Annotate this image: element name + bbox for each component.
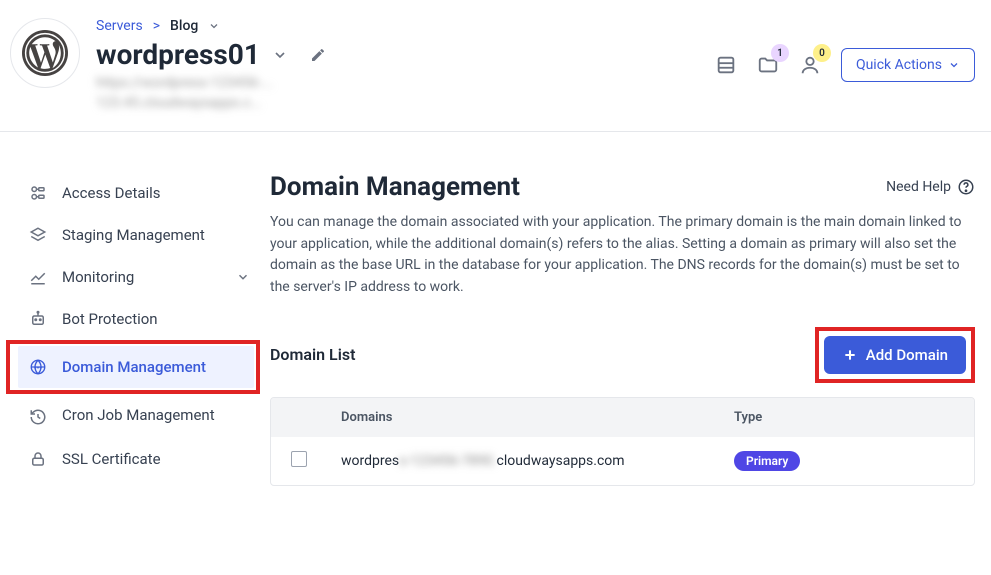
key-icon <box>28 184 48 202</box>
page-description: You can manage the domain associated wit… <box>270 212 975 299</box>
sidebar-item-label: Monitoring <box>62 268 222 286</box>
highlight-add-domain: Add Domain <box>815 327 975 383</box>
domain-list-title: Domain List <box>270 345 355 364</box>
folder-badge: 1 <box>771 44 789 62</box>
wordpress-logo <box>10 18 80 88</box>
sidebar-item-label: SSL Certificate <box>62 450 250 468</box>
sidebar-item-monitoring[interactable]: Monitoring <box>18 256 260 298</box>
www-globe-icon: www <box>28 358 48 376</box>
col-type: Type <box>734 410 954 425</box>
domain-table: Domains Type wordpress-123456-7890.cloud… <box>270 397 975 486</box>
plus-icon <box>842 347 858 363</box>
chevron-down-icon[interactable] <box>208 20 220 32</box>
need-help-link[interactable]: Need Help <box>886 178 975 196</box>
folder-icon[interactable]: 1 <box>757 54 779 76</box>
robot-icon <box>28 310 48 328</box>
layers-icon <box>28 226 48 244</box>
question-circle-icon <box>957 178 975 196</box>
sidebar: Access Details Staging Management Monito… <box>0 172 260 486</box>
panel-icon[interactable] <box>715 54 737 76</box>
sidebar-item-label: Cron Job Management <box>62 406 250 424</box>
sidebar-item-label: Staging Management <box>62 226 250 244</box>
sidebar-item-ssl[interactable]: SSL Certificate <box>18 438 260 480</box>
sidebar-item-access-details[interactable]: Access Details <box>18 172 260 214</box>
add-domain-button[interactable]: Add Domain <box>824 336 966 374</box>
user-icon[interactable]: 0 <box>799 54 821 76</box>
quick-actions-label: Quick Actions <box>856 57 942 73</box>
row-checkbox[interactable] <box>291 451 307 467</box>
sidebar-item-label: Access Details <box>62 184 250 202</box>
primary-badge: Primary <box>734 451 800 471</box>
sidebar-item-label: Domain Management <box>62 358 244 376</box>
sidebar-item-cron-job[interactable]: Cron Job Management <box>18 394 260 438</box>
breadcrumb-current[interactable]: Blog <box>170 18 198 34</box>
add-domain-label: Add Domain <box>866 346 948 364</box>
app-title: wordpress01 <box>96 38 260 71</box>
chevron-down-icon <box>236 270 250 284</box>
quick-actions-button[interactable]: Quick Actions <box>841 48 975 82</box>
sidebar-item-bot-protection[interactable]: Bot Protection <box>18 298 260 340</box>
svg-text:www: www <box>34 366 43 370</box>
table-row: wordpress-123456-7890.cloudwaysapps.com … <box>271 437 974 485</box>
domain-cell: wordpress-123456-7890.cloudwaysapps.com <box>341 453 734 469</box>
lock-icon <box>28 450 48 468</box>
table-header: Domains Type <box>271 398 974 437</box>
app-host-blurred: 123.45.cloudwaysapps.c... <box>96 95 699 111</box>
chart-icon <box>28 268 48 286</box>
breadcrumb-sep: > <box>153 18 160 34</box>
chevron-down-icon[interactable] <box>272 47 288 63</box>
sidebar-item-domain-management[interactable]: www Domain Management <box>18 346 254 388</box>
sidebar-item-staging[interactable]: Staging Management <box>18 214 260 256</box>
col-domains: Domains <box>341 410 734 425</box>
breadcrumb: Servers > Blog <box>96 18 699 34</box>
history-icon <box>28 408 48 426</box>
chevron-down-icon <box>948 59 960 71</box>
breadcrumb-servers[interactable]: Servers <box>96 18 143 34</box>
app-url-blurred: https://wordpress-123456-... <box>96 75 699 91</box>
sidebar-item-label: Bot Protection <box>62 310 250 328</box>
pencil-icon[interactable] <box>310 47 326 63</box>
user-badge: 0 <box>813 44 831 62</box>
highlight-sidebar-active: www Domain Management <box>6 340 260 394</box>
need-help-label: Need Help <box>886 179 951 195</box>
page-title: Domain Management <box>270 172 520 202</box>
